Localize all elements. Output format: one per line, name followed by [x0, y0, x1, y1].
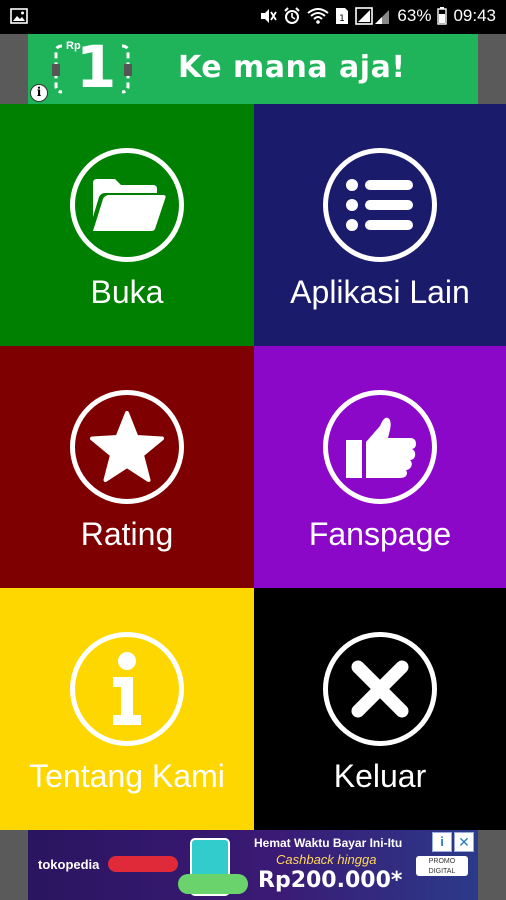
tile-label: Aplikasi Lain	[290, 274, 470, 310]
bottom-ad-banner[interactable]: tokopedia Hemat Waktu Bayar Ini-Itu Cash…	[28, 830, 478, 900]
tile-fanspage[interactable]: Fanspage	[254, 346, 506, 588]
tile-label: Tentang Kami	[29, 758, 225, 794]
tile-aplikasi-lain[interactable]: Aplikasi Lain	[254, 104, 506, 346]
list-icon	[323, 148, 437, 262]
promo-digital-badge: PROMO DIGITAL	[416, 856, 468, 876]
ad-amount: Rp200.000*	[258, 868, 403, 893]
tile-tentang-kami[interactable]: Tentang Kami	[0, 588, 254, 830]
tile-label: Keluar	[333, 758, 427, 794]
mute-icon	[259, 8, 278, 24]
alarm-icon	[283, 7, 301, 25]
menu-grid: Buka Aplikasi Lain Rating Fanspage Tenta…	[0, 104, 506, 830]
status-bar: 1 63% 09:43	[0, 0, 506, 34]
tile-label: Fanspage	[308, 516, 452, 552]
svg-text:1: 1	[340, 14, 346, 24]
tile-label: Rating	[80, 516, 174, 552]
info-icon	[70, 632, 184, 746]
ad-subline: Cashback hingga	[276, 852, 377, 867]
folder-icon	[70, 148, 184, 262]
ad-info-icon[interactable]: i	[432, 832, 452, 852]
clock: 09:43	[453, 6, 496, 25]
sim-icon: 1	[335, 7, 349, 25]
tile-buka[interactable]: Buka	[0, 104, 254, 346]
star-icon	[70, 390, 184, 504]
signal-icon	[355, 7, 391, 25]
close-icon	[323, 632, 437, 746]
rp-one-logo: Rp 1	[52, 33, 132, 101]
top-ad-banner[interactable]: Rp 1 Ke mana aja! i	[28, 34, 478, 104]
thumbs-up-icon	[323, 390, 437, 504]
ad-headline: Ke mana aja!	[178, 50, 406, 85]
battery-icon	[437, 7, 448, 25]
image-notification-icon	[10, 8, 28, 29]
bottom-ad-container: tokopedia Hemat Waktu Bayar Ini-Itu Cash…	[0, 830, 506, 900]
rp-number: 1	[76, 33, 117, 101]
ad-headline: Hemat Waktu Bayar Ini-Itu	[254, 836, 403, 850]
tile-label: Buka	[90, 274, 164, 310]
phone-illustration	[178, 838, 248, 896]
tokopedia-logo: tokopedia	[38, 857, 100, 872]
battery-percent: 63%	[397, 6, 432, 25]
tile-rating[interactable]: Rating	[0, 346, 254, 588]
top-ad-container: Rp 1 Ke mana aja! i	[0, 34, 506, 104]
ad-close-icon[interactable]: ✕	[454, 832, 474, 852]
wifi-icon	[307, 8, 330, 24]
ad-info-icon[interactable]: i	[30, 84, 48, 102]
tile-keluar[interactable]: Keluar	[254, 588, 506, 830]
promo-pill	[108, 856, 178, 872]
